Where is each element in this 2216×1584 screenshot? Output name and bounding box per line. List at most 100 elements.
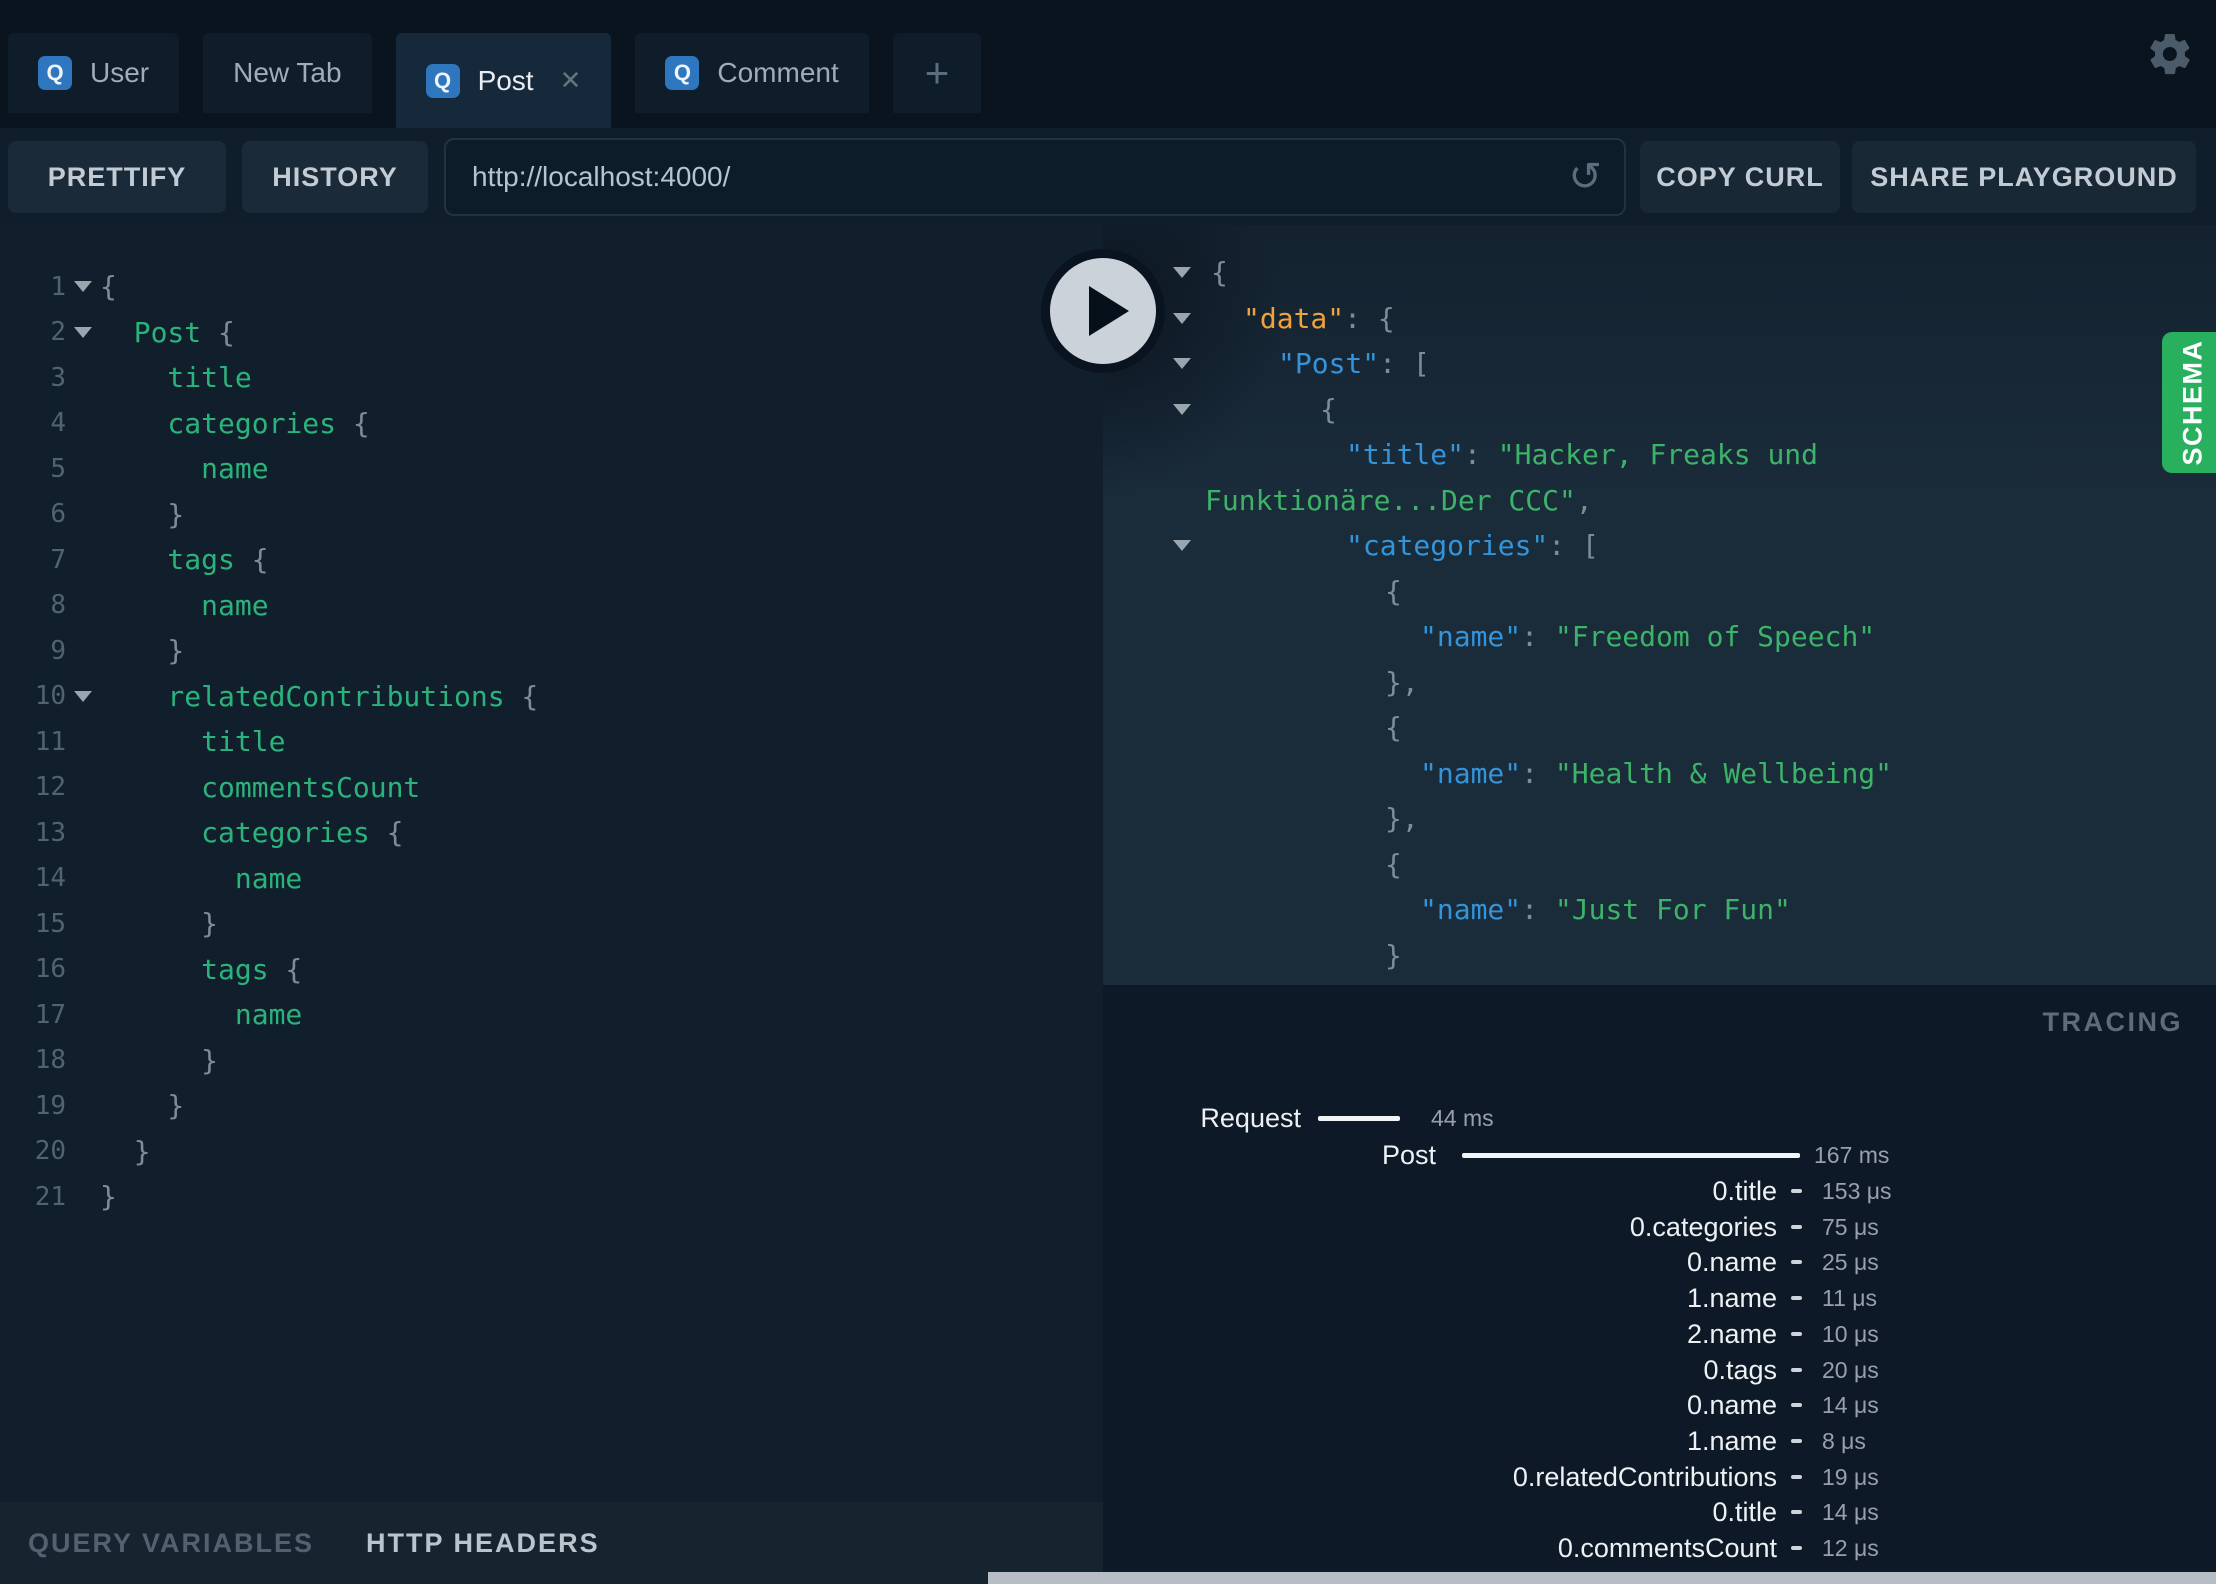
chevron-down-icon[interactable]	[1173, 312, 1191, 324]
history-button[interactable]: HISTORY	[242, 141, 428, 213]
response-segment: "Health & Wellbeing"	[1554, 756, 1893, 790]
share-playground-button[interactable]: SHARE PLAYGROUND	[1852, 141, 2196, 213]
trace-field-time: 10 μs	[1822, 1320, 1879, 1347]
tab-user[interactable]: Q User	[8, 33, 180, 113]
tab-label: Comment	[717, 57, 839, 88]
chevron-down-icon[interactable]	[1173, 403, 1191, 415]
schema-tab-label: SCHEMA	[2177, 339, 2208, 466]
http-headers-tab[interactable]: HTTP HEADERS	[366, 1528, 600, 1559]
response-segment: :	[1464, 438, 1498, 471]
code-text: name	[100, 583, 268, 629]
editor-line: 12 commentsCount	[0, 765, 1103, 811]
line-number: 14	[34, 863, 66, 894]
close-icon[interactable]: ✕	[560, 65, 582, 96]
code-text: title	[100, 719, 285, 765]
trace-span-label: Request	[1200, 1103, 1301, 1133]
horizontal-scrollbar[interactable]	[988, 1572, 2216, 1584]
copy-curl-button[interactable]: COPY CURL	[1640, 141, 1840, 213]
code-text: }	[100, 1174, 117, 1220]
chevron-down-icon[interactable]	[74, 326, 92, 338]
schema-sidebar-tab[interactable]: SCHEMA	[2162, 332, 2216, 473]
line-number: 5	[50, 453, 66, 484]
toolbar: PRETTIFY HISTORY ↺ COPY CURL SHARE PLAYG…	[0, 128, 2216, 225]
query-badge-icon: Q	[425, 63, 460, 98]
code-segment: {	[268, 952, 303, 986]
code-text: title	[100, 355, 251, 401]
line-number: 10	[34, 681, 66, 712]
prettify-button[interactable]: PRETTIFY	[8, 141, 226, 213]
trace-field-time: 14 μs	[1822, 1392, 1879, 1419]
response-line: {	[1103, 705, 2216, 751]
code-segment: Post	[133, 315, 202, 349]
response-segment: "data"	[1243, 301, 1345, 335]
trace-dash	[1791, 1260, 1802, 1265]
chevron-down-icon[interactable]	[74, 690, 92, 702]
response-line: ]	[1103, 978, 2216, 985]
line-number: 20	[34, 1136, 66, 1167]
chevron-down-icon[interactable]	[1173, 358, 1191, 370]
response-line: {	[1103, 250, 2216, 296]
response-segment: "Hacker, Freaks und	[1497, 438, 1819, 471]
chevron-down-icon[interactable]	[74, 281, 92, 293]
reload-icon[interactable]: ↺	[1568, 157, 1602, 197]
response-text: "name": "Health & Wellbeing"	[1420, 751, 1892, 797]
new-tab-button[interactable]: +	[892, 33, 982, 113]
code-segment: {	[201, 315, 235, 349]
response-segment: {	[1385, 711, 1402, 744]
trace-field-time: 14 μs	[1822, 1499, 1879, 1526]
code-segment: }	[100, 907, 219, 940]
code-segment: categories	[100, 816, 370, 849]
code-segment: {	[234, 543, 269, 576]
trace-field-time: 11 μs	[1822, 1285, 1878, 1312]
line-number: 21	[34, 1181, 66, 1212]
code-text: }	[100, 628, 184, 674]
tab-new-tab[interactable]: New Tab	[203, 33, 372, 113]
trace-duration-bar	[1462, 1153, 1800, 1158]
response-line: }	[1103, 933, 2216, 979]
query-variables-tab[interactable]: QUERY VARIABLES	[28, 1528, 314, 1559]
top-bar: Q User New Tab Q Post ✕ Q Comment +	[0, 0, 2216, 128]
code-segment: {	[100, 270, 117, 303]
execute-query-button[interactable]	[1041, 249, 1165, 373]
query-editor[interactable]: 1{2 Post {3 title 4 categories {5 name 6 }…	[0, 225, 1103, 1502]
response-segment: "name"	[1420, 756, 1522, 790]
editor-line: 4 categories {	[0, 401, 1103, 447]
line-number: 15	[34, 908, 66, 939]
code-segment: name	[100, 998, 303, 1031]
trace-field-label: 0.commentsCount	[1557, 1533, 1777, 1563]
trace-field-row: 2.name 10 μs	[1103, 1316, 2216, 1352]
tab-post[interactable]: Q Post ✕	[395, 33, 612, 128]
response-segment: ,	[1575, 483, 1593, 517]
tab-comment[interactable]: Q Comment	[635, 33, 869, 113]
code-segment: }	[100, 1043, 219, 1077]
response-line: },	[1103, 796, 2216, 842]
plus-icon: +	[924, 49, 950, 96]
response-segment: : [	[1548, 529, 1599, 562]
trace-dash	[1791, 1403, 1802, 1408]
trace-field-time: 12 μs	[1822, 1535, 1879, 1561]
settings-button[interactable]	[2146, 30, 2194, 78]
fold-column	[1173, 403, 1211, 415]
trace-field-time: 20 μs	[1822, 1356, 1879, 1383]
trace-field-label: 1.name	[1686, 1283, 1777, 1314]
tab-label: Post	[477, 64, 534, 96]
fold-column	[66, 326, 100, 338]
trace-field-label: 0.title	[1712, 1176, 1777, 1206]
trace-span-row: Post 167 ms	[1103, 1137, 2216, 1173]
endpoint-url-input[interactable]	[446, 161, 1569, 193]
trace-field-row: 1.name 8 μs	[1103, 1423, 2216, 1459]
response-text: {	[1385, 705, 1402, 751]
chevron-down-icon[interactable]	[1173, 267, 1191, 279]
response-text: {	[1385, 842, 1402, 888]
line-number: 9	[50, 635, 66, 666]
tab-bar: Q User New Tab Q Post ✕ Q Comment +	[8, 33, 982, 128]
code-segment: tags	[100, 952, 269, 986]
trace-dash	[1791, 1296, 1802, 1301]
editor-line: 11 title	[0, 719, 1103, 765]
play-icon	[1089, 286, 1129, 336]
editor-line: 17 name	[0, 992, 1103, 1038]
response-segment: "categories"	[1346, 529, 1549, 562]
chevron-down-icon[interactable]	[1173, 540, 1191, 552]
response-text: },	[1385, 796, 1419, 842]
trace-field-row: 0.name 25 μs	[1103, 1244, 2216, 1280]
